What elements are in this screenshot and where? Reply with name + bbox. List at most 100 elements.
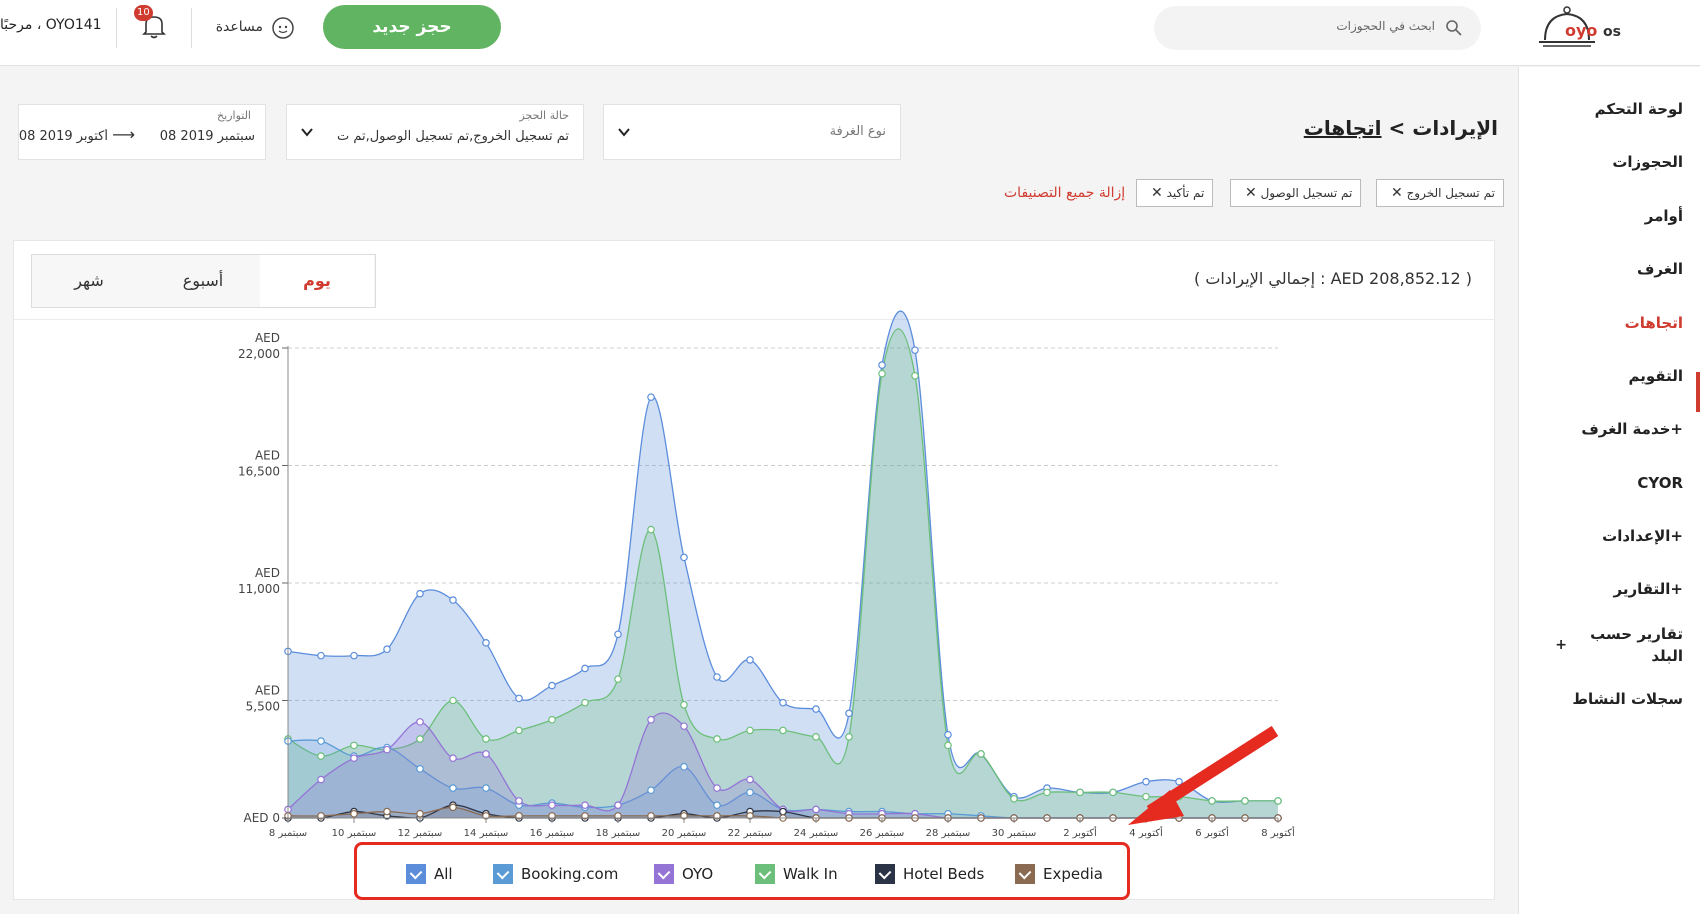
data-point-oyo — [383, 745, 391, 754]
data-point-walk-in — [614, 675, 622, 683]
data-point-all — [515, 694, 523, 703]
legend-swatch — [654, 864, 674, 884]
data-point-booking-com — [449, 784, 457, 792]
data-point-all — [581, 664, 589, 673]
data-point-walk-in — [1274, 797, 1282, 805]
data-point-all — [713, 673, 721, 681]
data-point-all — [482, 639, 490, 647]
data-point-walk-in — [1076, 788, 1084, 797]
x-tick-label: 12 سبتمبر — [398, 828, 443, 839]
data-point-oyo — [350, 754, 358, 762]
data-point-expedia — [449, 803, 457, 812]
data-point-walk-in — [1109, 788, 1117, 797]
data-point-oyo — [680, 722, 688, 730]
data-point-all — [1142, 777, 1150, 786]
y-tick-label: 5,500 — [246, 700, 280, 714]
data-point-walk-in — [350, 741, 358, 750]
data-point-walk-in — [317, 752, 325, 760]
legend-label: All — [434, 865, 453, 883]
data-point-oyo — [416, 718, 424, 726]
x-tick-label: 4 أكتوبر — [1129, 826, 1163, 839]
data-point-booking-com — [317, 737, 325, 745]
data-point-expedia — [416, 809, 424, 818]
x-tick-label: 16 سبتمبر — [530, 828, 575, 839]
data-point-expedia — [350, 809, 358, 818]
data-point-all — [350, 651, 358, 660]
data-point-all — [383, 645, 391, 654]
x-tick-label: 8 سبتمبر — [269, 828, 307, 839]
data-point-booking-com — [416, 765, 424, 773]
data-point-walk-in — [482, 735, 490, 743]
x-tick-label: 2 أكتوبر — [1063, 826, 1097, 839]
data-point-walk-in — [680, 700, 688, 709]
legend-item-expedia[interactable]: Expedia — [1015, 864, 1103, 884]
legend-swatch — [1015, 864, 1035, 884]
data-point-walk-in — [1208, 797, 1216, 805]
data-point-booking-com — [647, 786, 655, 795]
data-point-all — [812, 705, 820, 713]
data-point-walk-in — [1241, 797, 1249, 805]
data-point-all — [944, 730, 952, 739]
x-tick-label: 24 سبتمبر — [794, 828, 839, 839]
legend-label: Expedia — [1043, 865, 1103, 883]
legend-item-all[interactable]: All — [406, 864, 453, 884]
revenue-chart: AED 22,000 AED 16,500 AED 11,000 AED 5,500 AED 0… — [238, 310, 1295, 839]
data-point-all — [416, 589, 424, 598]
data-point-oyo — [713, 784, 721, 792]
data-point-expedia — [383, 807, 391, 816]
y-tick-label: AED — [255, 566, 280, 580]
x-tick-label: 30 سبتمبر — [992, 828, 1037, 839]
data-point-all — [647, 393, 655, 401]
x-tick-label: 8 أكتوبر — [1261, 826, 1295, 839]
x-tick-label: 20 سبتمبر — [662, 828, 707, 839]
x-tick-label: 18 سبتمبر — [596, 828, 641, 839]
data-point-booking-com — [713, 801, 721, 809]
legend-swatch — [406, 864, 426, 884]
data-point-walk-in — [449, 696, 457, 705]
data-point-walk-in — [581, 698, 589, 707]
legend-item-walk-in[interactable]: Walk In — [755, 864, 838, 884]
data-point-oyo — [317, 775, 325, 784]
legend-item-oyo[interactable]: OYO — [654, 864, 713, 884]
data-point-walk-in — [977, 750, 985, 758]
data-point-booking-com — [680, 762, 688, 771]
y-tick-label: AED — [255, 331, 280, 345]
data-point-all — [680, 553, 688, 562]
data-point-oyo — [449, 754, 457, 762]
y-tick-label: 11,000 — [238, 582, 280, 596]
data-point-all — [449, 596, 457, 604]
data-point-walk-in — [944, 741, 952, 750]
data-point-walk-in — [647, 525, 655, 534]
data-point-hotel-beds — [779, 807, 787, 816]
data-point-all — [845, 709, 853, 718]
data-point-oyo — [548, 801, 556, 809]
data-point-walk-in — [416, 735, 424, 743]
data-point-oyo — [581, 801, 589, 809]
legend-item-hotel-beds[interactable]: Hotel Beds — [875, 864, 984, 884]
data-point-walk-in — [746, 726, 754, 735]
x-tick-label: 10 سبتمبر — [332, 828, 377, 839]
data-point-walk-in — [1142, 792, 1150, 801]
data-point-booking-com — [746, 788, 754, 797]
x-tick-label: 14 سبتمبر — [464, 828, 509, 839]
data-point-walk-in — [779, 726, 787, 735]
data-point-oyo — [746, 775, 754, 784]
data-point-all — [614, 630, 622, 639]
data-point-walk-in — [812, 733, 820, 741]
y-tick-label: 16,500 — [238, 465, 280, 479]
data-point-oyo — [515, 797, 523, 805]
data-point-all — [878, 361, 886, 369]
y-tick-label: 22,000 — [238, 347, 280, 361]
data-point-booking-com — [482, 784, 490, 792]
chart-legend: All Booking.com OYO Walk In Hotel Beds E… — [354, 842, 1130, 900]
y-tick-label: AED — [255, 449, 280, 463]
legend-label: OYO — [682, 865, 714, 883]
legend-swatch — [755, 864, 775, 884]
data-point-all — [317, 651, 325, 660]
y-tick-label: AED — [255, 684, 280, 698]
legend-item-booking-com[interactable]: Booking.com — [493, 864, 618, 884]
data-point-walk-in — [845, 733, 853, 741]
data-point-oyo — [614, 801, 622, 809]
legend-label: Walk In — [783, 865, 838, 883]
data-point-walk-in — [878, 369, 886, 378]
